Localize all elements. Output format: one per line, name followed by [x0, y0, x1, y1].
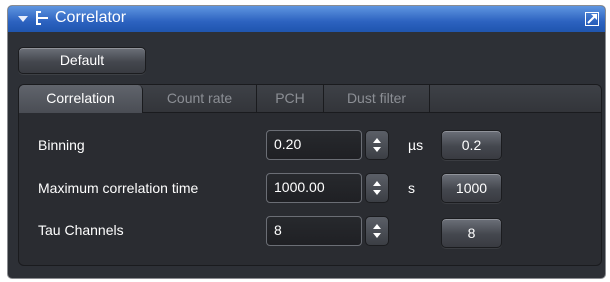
tab-correlation[interactable]: Correlation — [19, 85, 143, 113]
binning-field[interactable]: 0.20 — [266, 130, 362, 160]
panel-title: Correlator — [55, 9, 127, 26]
tau-channels-preset-button[interactable]: 8 — [441, 218, 502, 248]
default-button[interactable]: Default — [18, 47, 146, 74]
max-correlation-time-label: Maximum correlation time — [38, 180, 199, 196]
max-correlation-time-spin-icon[interactable] — [365, 173, 389, 203]
tau-channels-field[interactable]: 8 — [266, 216, 362, 246]
undock-arrow-icon[interactable] — [585, 11, 599, 26]
tree-branch-icon — [35, 10, 49, 30]
tab-count-rate[interactable]: Count rate — [143, 85, 257, 112]
max-correlation-time-preset-button[interactable]: 1000 — [441, 173, 502, 203]
tab-dust-filter[interactable]: Dust filter — [324, 85, 430, 112]
panel-titlebar[interactable]: Correlator — [8, 6, 605, 32]
tab-strip: Correlation Count rate PCH Dust filter — [19, 85, 601, 113]
tau-channels-spin-icon[interactable] — [365, 216, 389, 246]
tau-channels-label: Tau Channels — [38, 222, 124, 238]
max-correlation-time-field[interactable]: 1000.00 — [266, 173, 362, 203]
binning-preset-button[interactable]: 0.2 — [441, 130, 502, 160]
binning-spin-icon[interactable] — [365, 130, 389, 160]
collapse-triangle-icon[interactable] — [18, 16, 28, 22]
binning-unit: µs — [408, 137, 424, 153]
correlator-panel: Correlator Default Correlation Count rat… — [8, 6, 605, 278]
binning-label: Binning — [38, 137, 85, 153]
max-correlation-time-unit: s — [408, 180, 415, 196]
tab-pch[interactable]: PCH — [257, 85, 324, 112]
